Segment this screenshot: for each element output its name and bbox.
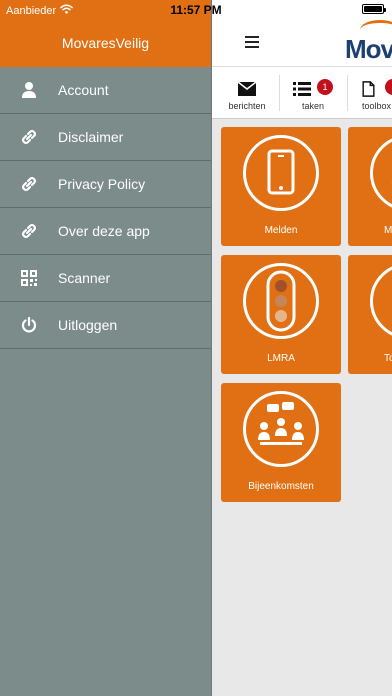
partial-icon [370,135,392,211]
tile-lmra[interactable]: LMRA [221,255,341,374]
person-icon [0,81,58,99]
link-icon [0,128,58,146]
menu-item-label: Disclaimer [58,129,124,145]
hamburger-menu-icon[interactable] [245,36,259,48]
tile-label: LMRA [267,353,295,364]
side-menu: MovaresVeilig Account Disclaimer Privacy… [0,0,212,696]
battery-indicator [362,4,386,14]
menu-item-uitloggen[interactable]: Uitloggen [0,302,211,349]
meeting-icon [243,391,319,467]
tile-melden[interactable]: Melden [221,127,341,246]
tile-bijeenkomsten[interactable]: Bijeenkomsten [221,383,341,502]
logo: Mov [345,34,392,64]
menu-item-privacy-policy[interactable]: Privacy Policy [0,161,211,208]
menu-item-label: Privacy Policy [58,176,146,192]
traffic-light-icon [243,263,319,339]
menu-item-label: Account [58,82,109,98]
tab-toolbox[interactable]: toolbox [348,67,392,119]
menu-item-account[interactable]: Account [0,67,211,114]
sidebar-title: MovaresVeilig [61,34,150,51]
qr-code-icon [0,269,58,287]
envelope-icon [214,67,280,97]
partial-icon [370,263,392,339]
tile-to[interactable]: To [348,255,392,374]
link-icon [0,175,58,193]
menu-item-label: Scanner [58,270,111,286]
link-icon [0,222,58,240]
tab-taken[interactable]: 1 taken [280,67,346,119]
tab-label: berichten [228,101,266,111]
menu-item-disclaimer[interactable]: Disclaimer [0,114,211,161]
list-icon [280,67,346,97]
tile-m[interactable]: M [348,127,392,246]
menu-item-label: Over deze app [58,223,150,239]
tile-label: Melden [264,225,298,236]
tab-bar: berichten 1 taken toolbox [212,67,392,119]
tile-label: Bijeenkomsten [248,481,314,492]
tab-label: taken [301,101,325,111]
phone-icon [243,135,319,211]
power-icon [0,316,58,334]
menu-item-over-deze-app[interactable]: Over deze app [0,208,211,255]
task-count-badge: 1 [317,79,333,95]
main-content: Mov berichten 1 taken toolbox Melden M L… [212,0,392,696]
tab-label: toolbox [362,101,392,111]
menu-item-scanner[interactable]: Scanner [0,255,211,302]
battery-icon [362,4,386,14]
tile-label: M [384,225,392,236]
menu-item-label: Uitloggen [58,317,118,333]
tab-berichten[interactable]: berichten [214,67,280,119]
status-bar: Aanbieder 11:57 PM [0,0,392,20]
tile-label: To [384,353,392,364]
clock: 11:57 PM [170,3,222,17]
